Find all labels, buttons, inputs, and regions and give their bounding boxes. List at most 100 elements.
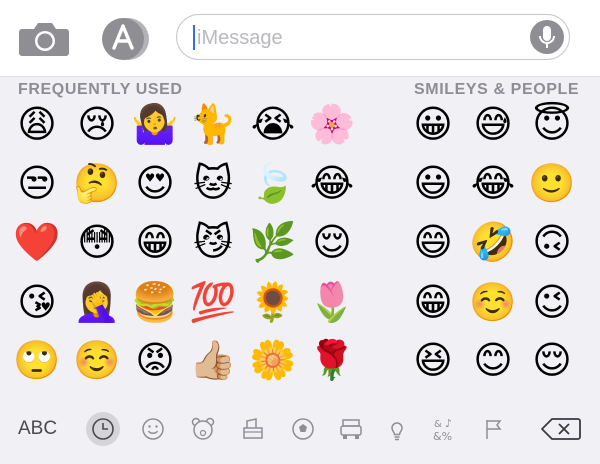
- smiley-emoji-key[interactable]: 😆: [406, 333, 460, 387]
- svg-text:&%: &%: [433, 430, 452, 443]
- delete-button[interactable]: [538, 412, 584, 446]
- smiley-icon: [142, 418, 164, 440]
- frequent-emoji-key[interactable]: 😌: [305, 215, 359, 269]
- smiley-emoji-key[interactable]: 😉: [525, 275, 579, 329]
- emoji-glyph: 😂: [470, 161, 516, 205]
- frequent-emoji-key[interactable]: 💯: [186, 275, 240, 329]
- frequent-emoji-key[interactable]: 😒: [10, 156, 64, 210]
- smiley-emoji-key[interactable]: 😀: [406, 97, 460, 151]
- emoji-glyph: 😁: [413, 280, 453, 324]
- frequent-emoji-key[interactable]: 🌸: [305, 97, 359, 151]
- smiley-emoji-key[interactable]: 😄: [406, 215, 460, 269]
- frequent-emoji-key[interactable]: 🤔: [70, 156, 124, 210]
- smiley-emoji-key[interactable]: 😂: [466, 156, 520, 210]
- frequent-emoji-key[interactable]: 😼: [186, 215, 240, 269]
- animals-category-button[interactable]: [186, 412, 220, 446]
- smiley-emoji-key[interactable]: 🙃: [525, 215, 579, 269]
- frequent-emoji-key[interactable]: 🌹: [305, 333, 359, 387]
- clock-icon: [92, 418, 114, 440]
- camera-icon: [19, 23, 69, 56]
- frequent-emoji-key[interactable]: 🍔: [128, 275, 182, 329]
- emoji-glyph: 🍔: [131, 280, 179, 324]
- frequent-emoji-key[interactable]: 👍🏼: [186, 333, 240, 387]
- smiley-emoji-key[interactable]: 😁: [406, 275, 460, 329]
- symbols-category-button[interactable]: & ♪ &%: [428, 412, 462, 446]
- travel-category-button[interactable]: [334, 412, 368, 446]
- emoji-glyph: 🤷‍♀️: [131, 102, 179, 146]
- emoji-glyph: 🍃: [249, 161, 297, 205]
- frequent-emoji-key[interactable]: 😩: [10, 97, 64, 151]
- emoji-glyph: 🙄: [13, 338, 61, 382]
- emoji-glyph: 😡: [135, 338, 175, 382]
- frequent-emoji-key[interactable]: 😳: [70, 215, 124, 269]
- frequent-emoji-key[interactable]: 🙄: [10, 333, 64, 387]
- car-icon: [340, 419, 362, 439]
- flag-icon: [486, 420, 502, 439]
- frequent-emoji-key[interactable]: 🌿: [246, 215, 300, 269]
- food-category-button[interactable]: [236, 412, 270, 446]
- smiley-emoji-key[interactable]: ☺️: [466, 275, 520, 329]
- emoji-glyph: 🌸: [308, 102, 356, 146]
- emoji-glyph: 👍🏼: [189, 338, 237, 382]
- smileys-category-button[interactable]: [136, 412, 170, 446]
- flags-category-button[interactable]: [476, 412, 510, 446]
- emoji-glyph: 😁: [135, 220, 175, 264]
- emoji-glyph: 🌿: [249, 220, 297, 264]
- smiley-emoji-key[interactable]: 😅: [466, 97, 520, 151]
- soccer-ball-icon: [292, 418, 314, 440]
- emoji-glyph: 😭: [250, 102, 296, 146]
- emoji-glyph: ☺️: [73, 338, 121, 382]
- frequent-emoji-key[interactable]: 🌼: [246, 333, 300, 387]
- emoji-glyph: 🌹: [308, 338, 356, 382]
- emoji-glyph: 😉: [532, 280, 572, 324]
- emoji-glyph: 😂: [309, 161, 355, 205]
- microphone-icon: [539, 26, 555, 48]
- app-store-button[interactable]: [98, 16, 152, 62]
- emoji-glyph: 💯: [189, 280, 237, 324]
- emoji-category-bar: ABC & ♪ &%: [0, 400, 600, 464]
- frequent-emoji-key[interactable]: 🐱: [186, 156, 240, 210]
- frequent-emoji-key[interactable]: ❤️: [10, 215, 64, 269]
- app-store-icon: [102, 18, 149, 60]
- frequent-emoji-key[interactable]: 😭: [246, 97, 300, 151]
- smiley-emoji-key[interactable]: 🤣: [466, 215, 520, 269]
- activity-category-button[interactable]: [286, 412, 320, 446]
- emoji-glyph: 🤦‍♀️: [73, 280, 121, 324]
- emoji-glyph: 🙂: [528, 161, 576, 205]
- dictation-button[interactable]: [530, 20, 564, 54]
- frequent-emoji-key[interactable]: 😍: [128, 156, 182, 210]
- camera-button[interactable]: [18, 20, 70, 58]
- food-icon: [243, 418, 263, 439]
- frequent-emoji-key[interactable]: 🍃: [246, 156, 300, 210]
- smiley-emoji-key[interactable]: 😌: [525, 333, 579, 387]
- message-input[interactable]: [195, 23, 519, 53]
- frequent-emoji-key[interactable]: 😡: [128, 333, 182, 387]
- frequent-emoji-key[interactable]: 🌷: [305, 275, 359, 329]
- emoji-glyph: 😊: [473, 338, 513, 382]
- smiley-emoji-key[interactable]: 🙂: [525, 156, 579, 210]
- smiley-emoji-key[interactable]: 😊: [466, 333, 520, 387]
- abc-keyboard-button[interactable]: ABC: [18, 418, 57, 440]
- frequent-emoji-key[interactable]: 😢: [70, 97, 124, 151]
- objects-category-button[interactable]: [380, 412, 414, 446]
- frequent-emoji-key[interactable]: ☺️: [70, 333, 124, 387]
- emoji-glyph: 🐱: [193, 161, 233, 205]
- emoji-glyph: 😘: [17, 280, 57, 324]
- frequent-emoji-key[interactable]: 🐈: [186, 97, 240, 151]
- frequent-emoji-key[interactable]: 🤦‍♀️: [70, 275, 124, 329]
- frequent-emoji-key[interactable]: 😂: [305, 156, 359, 210]
- emoji-glyph: 😆: [413, 338, 453, 382]
- message-input-field[interactable]: [176, 14, 570, 60]
- frequent-emoji-key[interactable]: 😁: [128, 215, 182, 269]
- frequent-emoji-key[interactable]: 🌻: [246, 275, 300, 329]
- emoji-glyph: 🌻: [249, 280, 297, 324]
- frequent-emoji-key[interactable]: 🤷‍♀️: [128, 97, 182, 151]
- emoji-glyph: 🤣: [469, 220, 517, 264]
- emoji-glyph: 😩: [17, 102, 57, 146]
- emoji-glyph: 🌷: [308, 280, 356, 324]
- emoji-glyph: 🌼: [249, 338, 297, 382]
- frequent-emoji-key[interactable]: 😘: [10, 275, 64, 329]
- smiley-emoji-key[interactable]: 😇: [525, 97, 579, 151]
- recent-category-button[interactable]: [86, 412, 120, 446]
- smiley-emoji-key[interactable]: 😃: [406, 156, 460, 210]
